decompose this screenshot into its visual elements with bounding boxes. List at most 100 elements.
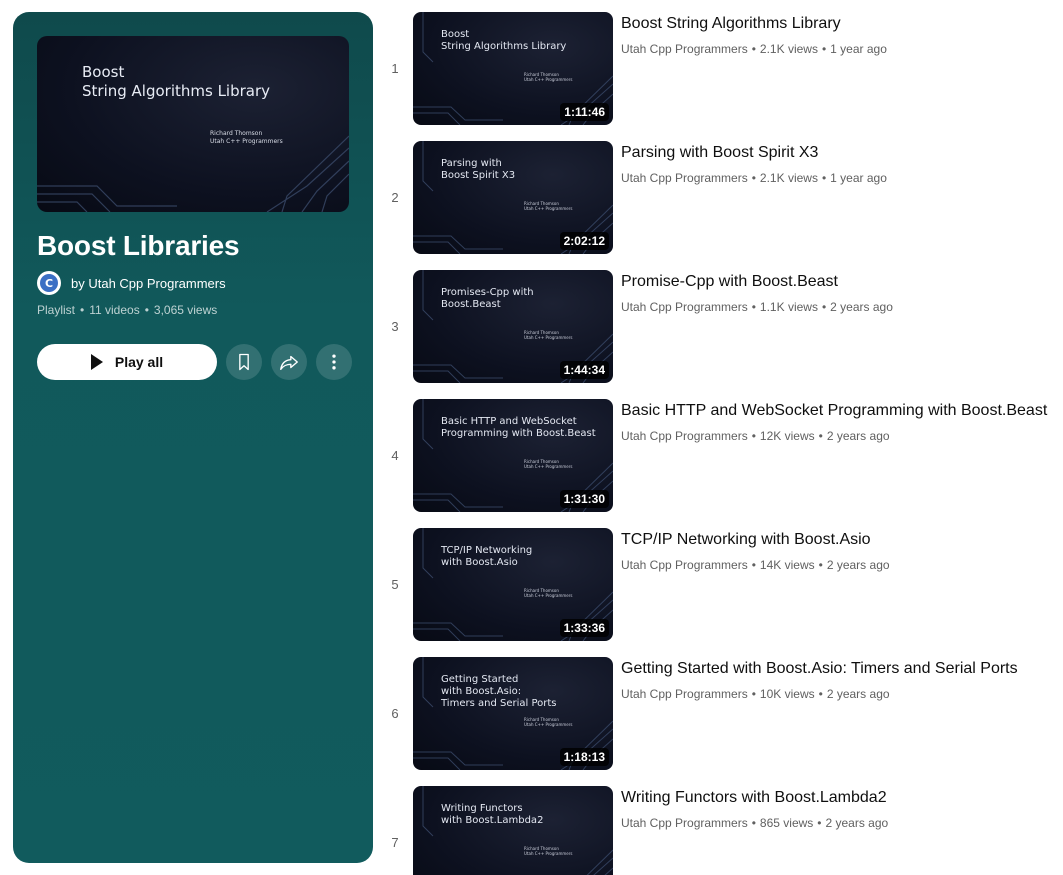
share-button[interactable] [271,344,307,380]
play-icon [90,354,103,370]
playlist-video-count: 11 videos [89,303,140,317]
video-views: 2.1K views [759,42,818,56]
video-row[interactable]: 3 Promises-Cpp with Boost.Beast Richard … [383,270,1063,384]
video-channel[interactable]: Utah Cpp Programmers [621,171,748,185]
separator-dot: • [821,300,827,314]
separator-dot: • [821,171,827,185]
video-duration: 1:11:46 [560,103,609,121]
video-channel[interactable]: Utah Cpp Programmers [621,558,748,572]
video-title[interactable]: Writing Functors with Boost.Lambda2 [621,788,1061,808]
video-views: 1.1K views [759,300,818,314]
thumbnail-subtitle: Richard Thomson Utah C++ Programmers [524,846,573,856]
playlist-hero-thumbnail[interactable]: Boost String Algorithms Library Richard … [37,36,349,212]
video-views: 12K views [759,429,815,443]
playlist-owner[interactable]: C by Utah Cpp Programmers [37,271,226,295]
play-all-button[interactable]: Play all [37,344,217,380]
video-title[interactable]: Boost String Algorithms Library [621,14,1061,34]
video-row[interactable]: 5 TCP/IP Networking with Boost.Asio Rich… [383,528,1063,642]
video-thumbnail[interactable]: Getting Started with Boost.Asio: Timers … [413,657,613,770]
separator-dot: • [751,687,756,701]
separator-dot: • [144,303,149,317]
video-index: 5 [391,577,399,592]
video-age: 1 year ago [830,42,887,56]
video-title[interactable]: TCP/IP Networking with Boost.Asio [621,530,1061,550]
video-index: 6 [391,706,399,721]
channel-avatar-letter: C [40,274,58,292]
video-meta: Basic HTTP and WebSocket Programming wit… [621,401,1061,443]
video-thumbnail[interactable]: Basic HTTP and WebSocket Programming wit… [413,399,613,512]
video-subline: Utah Cpp Programmers • 865 views • 2 years a… [621,816,1061,830]
video-age: 2 years ago [826,558,890,572]
separator-dot: • [751,171,756,185]
hero-title-line1: Boost [82,63,125,81]
playlist-actions: Play all [37,344,352,380]
hero-subtitle: Richard Thomson Utah C++ Programmers [210,130,283,146]
separator-dot: • [80,303,85,317]
video-subline: Utah Cpp Programmers • 1.1K views • 2 years … [621,300,1061,314]
video-row[interactable]: 1 Boost String Algorithms Library Richar… [383,12,1063,126]
playlist-stats: Playlist • 11 videos • 3,065 views [37,303,217,317]
video-channel[interactable]: Utah Cpp Programmers [621,300,748,314]
playlist-header-panel: Boost String Algorithms Library Richard … [13,12,373,863]
video-title[interactable]: Promise-Cpp with Boost.Beast [621,272,1061,292]
bookmark-icon [239,353,249,371]
hero-group: Utah C++ Programmers [210,138,283,145]
video-age: 2 years ago [826,429,890,443]
video-subline: Utah Cpp Programmers • 14K views • 2 years a… [621,558,1061,572]
video-meta: Boost String Algorithms Library Utah Cpp… [621,14,1061,56]
video-thumbnail[interactable]: Parsing with Boost Spirit X3 Richard Tho… [413,141,613,254]
circuit-lines-decoration [422,786,613,875]
hero-author: Richard Thomson [210,130,263,137]
video-meta: Writing Functors with Boost.Lambda2 Utah… [621,788,1061,830]
video-meta: Getting Started with Boost.Asio: Timers … [621,659,1061,701]
video-views: 865 views [759,816,814,830]
hero-title: Boost String Algorithms Library [82,63,270,101]
share-icon [280,355,298,371]
video-channel[interactable]: Utah Cpp Programmers [621,429,748,443]
thumbnail-subtitle: Richard Thomson Utah C++ Programmers [524,459,573,469]
thumbnail-title: Getting Started with Boost.Asio: Timers … [441,674,557,709]
video-age: 2 years ago [825,816,889,830]
more-actions-button[interactable] [316,344,352,380]
thumbnail-title: Writing Functors with Boost.Lambda2 [441,803,544,826]
thumbnail-title: Boost String Algorithms Library [441,29,567,52]
separator-dot: • [751,816,756,830]
separator-dot: • [751,429,756,443]
video-title[interactable]: Getting Started with Boost.Asio: Timers … [621,659,1061,679]
video-index: 7 [391,835,399,850]
separator-dot: • [821,42,827,56]
video-row[interactable]: 4 Basic HTTP and WebSocket Programming w… [383,399,1063,513]
thumbnail-title: Parsing with Boost Spirit X3 [441,158,516,181]
video-title[interactable]: Parsing with Boost Spirit X3 [621,143,1061,163]
video-subline: Utah Cpp Programmers • 10K views • 2 years a… [621,687,1061,701]
video-views: 14K views [759,558,815,572]
video-channel[interactable]: Utah Cpp Programmers [621,42,748,56]
video-channel[interactable]: Utah Cpp Programmers [621,687,748,701]
separator-dot: • [818,687,823,701]
video-index: 4 [391,448,399,463]
video-age: 2 years ago [826,687,890,701]
video-title[interactable]: Basic HTTP and WebSocket Programming wit… [621,401,1061,421]
save-playlist-button[interactable] [226,344,262,380]
video-thumbnail[interactable]: TCP/IP Networking with Boost.Asio Richar… [413,528,613,641]
separator-dot: • [751,558,756,572]
video-channel[interactable]: Utah Cpp Programmers [621,816,748,830]
hero-title-line2: String Algorithms Library [82,82,271,100]
thumbnail-subtitle: Richard Thomson Utah C++ Programmers [524,201,573,211]
play-all-label: Play all [114,354,164,370]
video-subline: Utah Cpp Programmers • 2.1K views • 1 year a… [621,42,1061,56]
video-row[interactable]: 2 Parsing with Boost Spirit X3 Richard T… [383,141,1063,255]
owner-name[interactable]: by Utah Cpp Programmers [71,276,226,291]
video-duration: 1:44:34 [559,361,609,379]
video-thumbnail[interactable]: Writing Functors with Boost.Lambda2 Rich… [413,786,613,875]
video-thumbnail[interactable]: Promises-Cpp with Boost.Beast Richard Th… [413,270,613,383]
video-subline: Utah Cpp Programmers • 12K views • 2 years a… [621,429,1061,443]
channel-avatar[interactable]: C [37,271,61,295]
thumbnail-title: TCP/IP Networking with Boost.Asio [441,545,533,568]
video-duration: 2:02:12 [559,232,609,250]
video-row[interactable]: 7 Writing Functors with Boost.Lambda2 Ri… [383,786,1063,875]
video-row[interactable]: 6 Getting Started with Boost.Asio: Timer… [383,657,1063,771]
video-thumbnail[interactable]: Boost String Algorithms Library Richard … [413,12,613,125]
thumbnail-subtitle: Richard Thomson Utah C++ Programmers [524,717,573,727]
separator-dot: • [817,816,822,830]
